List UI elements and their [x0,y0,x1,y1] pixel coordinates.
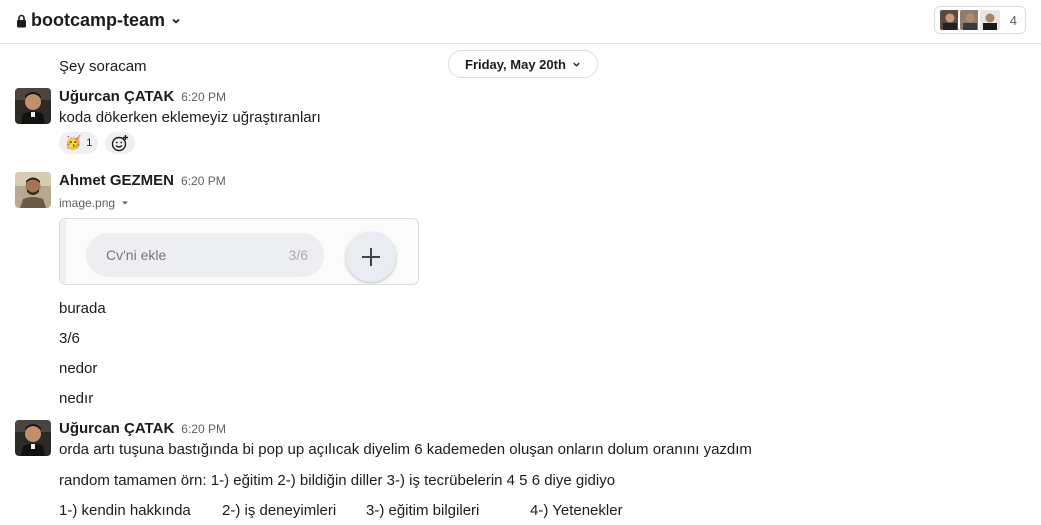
message-text: 3/6 [59,330,80,347]
members-button[interactable]: 4 [933,6,1026,34]
message-text: 1-) kendin hakkında 2-) iş deneyimleri 3-)… [59,502,623,519]
date-divider-button[interactable]: Friday, May 20th [448,50,598,78]
add-emoji-icon [111,135,128,152]
user-photo [15,88,51,124]
message-text: Şey soracam [59,58,147,75]
timestamp[interactable]: 6:20 PM [181,422,226,436]
avatar[interactable] [15,172,51,208]
message-text: koda dökerken eklemeyiz uğraştıranları [59,109,321,126]
plus-icon [362,248,380,266]
chevron-down-icon [573,62,580,67]
file-name: image.png [59,196,116,210]
message-header: Uğurcan ÇATAK 6:20 PM [59,88,226,105]
reaction-count: 1 [86,137,93,149]
channel-header: bootcamp-team 4 [0,0,1041,44]
date-label: Friday, May 20th [465,56,566,72]
cv-progress-count: 3/6 [288,247,308,263]
message-text: burada [59,300,106,317]
author-name[interactable]: Ahmet GEZMEN [59,172,174,189]
message-text: nedor [59,360,98,377]
message-header: Ahmet GEZMEN 6:20 PM [59,172,226,189]
step-label: 3-) eğitim bilgileri [366,502,480,519]
avatar[interactable] [15,420,51,456]
chevron-down-icon [172,18,180,24]
image-attachment[interactable]: Cv'ni ekle 3/6 [59,218,419,285]
step-label: 2-) iş deneyimleri [222,502,337,519]
timestamp[interactable]: 6:20 PM [181,90,226,104]
caret-down-icon [122,201,129,205]
image-edge [60,219,66,284]
author-name[interactable]: Uğurcan ÇATAK [59,420,174,437]
message-header: Uğurcan ÇATAK 6:20 PM [59,420,226,437]
member-count: 4 [1009,12,1017,28]
cv-input-preview: Cv'ni ekle 3/6 [86,233,324,277]
message-text: orda artı tuşuna bastığında bi pop up aç… [59,441,752,458]
message-text: random tamamen örn: 1-) eğitim 2-) bildi… [59,472,616,489]
user-photo [15,172,51,208]
reaction-button[interactable]: 🥳 1 [59,132,99,154]
channel-name-button[interactable]: bootcamp-team [16,10,181,31]
lock-icon [17,14,26,27]
author-name[interactable]: Uğurcan ÇATAK [59,88,174,105]
avatar[interactable] [15,88,51,124]
file-name-toggle[interactable]: image.png [59,196,129,210]
user-photo [15,420,51,456]
timestamp[interactable]: 6:20 PM [181,174,226,188]
plus-button-preview [346,232,396,282]
message-text: nedır [59,390,94,407]
add-reaction-button[interactable] [105,132,135,154]
member-avatar [977,8,1002,32]
step-label: 4-) Yetenekler [530,502,623,519]
cv-placeholder: Cv'ni ekle [106,247,167,263]
step-label: 1-) kendin hakkında [59,502,191,519]
channel-name: bootcamp-team [31,10,166,30]
party-emoji: 🥳 [65,135,82,150]
